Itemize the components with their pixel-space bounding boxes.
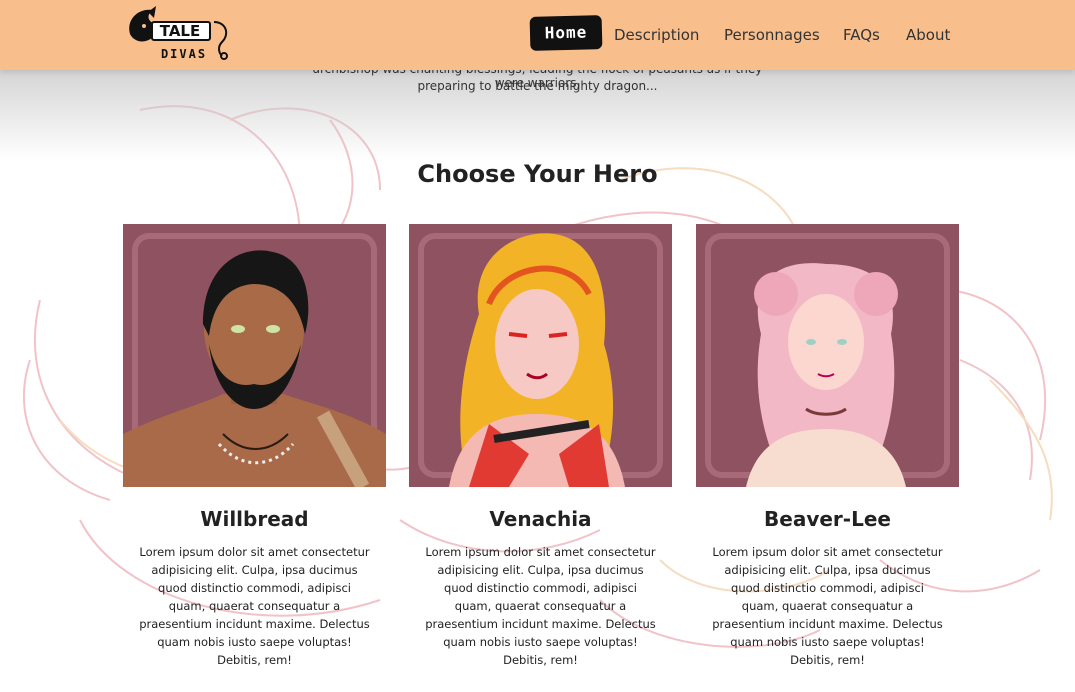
hero-name: Beaver-Lee (764, 507, 891, 531)
hero-portrait-willbread (123, 224, 386, 487)
hero-portrait-beaver-lee (696, 224, 959, 487)
nav-home[interactable]: Home (529, 15, 603, 51)
hero-portrait-venachia (409, 224, 672, 487)
nav-about[interactable]: About (906, 26, 950, 44)
navbar: TALE DIVAS Home Description Personnages … (0, 0, 1075, 70)
nav-faqs[interactable]: FAQs (843, 26, 880, 44)
hero-description: Lorem ipsum dolor sit amet consectetur a… (139, 545, 370, 667)
section-title: Choose Your Hero (417, 160, 658, 188)
hero-description: Lorem ipsum dolor sit amet consectetur a… (425, 545, 656, 667)
main-navigation: Home Description Personnages FAQs About (528, 0, 1075, 70)
hero-card-beaver-lee[interactable]: Beaver-Lee Lorem ipsum dolor sit amet co… (696, 224, 959, 669)
hero-name: Venachia (489, 507, 592, 531)
hero-name: Willbread (200, 507, 309, 531)
svg-text:DIVAS: DIVAS (161, 47, 207, 61)
nav-description[interactable]: Description (614, 26, 699, 44)
intro-text-line-2: preparing to battle the mighty dragon... (417, 79, 658, 93)
hero-card-willbread[interactable]: Willbread Lorem ipsum dolor sit amet con… (123, 224, 386, 669)
svg-text:TALE: TALE (160, 22, 200, 40)
site-logo[interactable]: TALE DIVAS (122, 4, 234, 64)
nav-personnages[interactable]: Personnages (724, 26, 820, 44)
hero-card-venachia[interactable]: Venachia Lorem ipsum dolor sit amet cons… (409, 224, 672, 669)
hero-description: Lorem ipsum dolor sit amet consectetur a… (712, 545, 943, 667)
